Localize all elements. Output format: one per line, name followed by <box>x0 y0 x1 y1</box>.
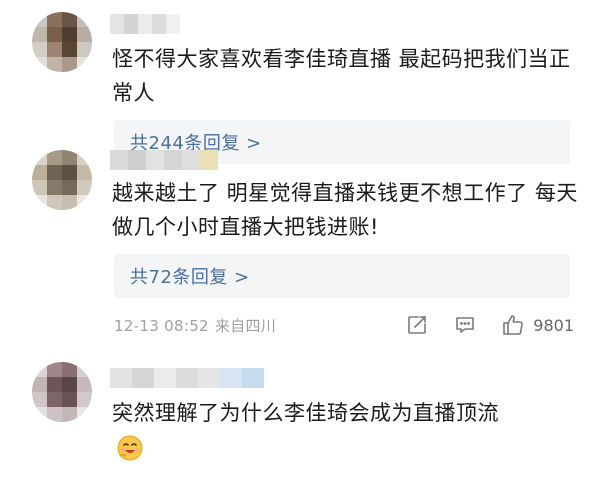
comment-text: 怪不得大家喜欢看李佳琦直播 最起码把我们当正常人 <box>112 47 571 105</box>
username-blurred[interactable] <box>110 150 218 170</box>
avatar[interactable] <box>32 362 92 422</box>
replies-link[interactable]: 共72条回复 > <box>114 254 570 298</box>
smiling-emoji-icon <box>116 434 144 462</box>
location: 来自四川 <box>214 316 277 335</box>
like-count: 9801 <box>533 315 574 335</box>
comment-actions: 9801 <box>405 312 574 338</box>
avatar[interactable] <box>32 150 92 210</box>
timestamp: 12-13 08:52 <box>114 316 209 335</box>
like-icon[interactable] <box>501 313 525 337</box>
username-blurred[interactable] <box>110 368 264 388</box>
share-icon[interactable] <box>405 313 429 337</box>
comment-text: 越来越土了 明星觉得直播来钱更不想工作了 每天做几个小时直播大把钱进账! <box>112 181 578 239</box>
comment-meta: 12-13 08:52 来自四川 9801 <box>114 312 574 338</box>
username-blurred[interactable] <box>110 14 180 34</box>
replies-link-label: 共72条回复 > <box>130 267 250 288</box>
avatar[interactable] <box>32 12 92 72</box>
comment-icon[interactable] <box>453 313 477 337</box>
comment-text: 突然理解了为什么李佳琦会成为直播顶流 <box>112 401 499 425</box>
